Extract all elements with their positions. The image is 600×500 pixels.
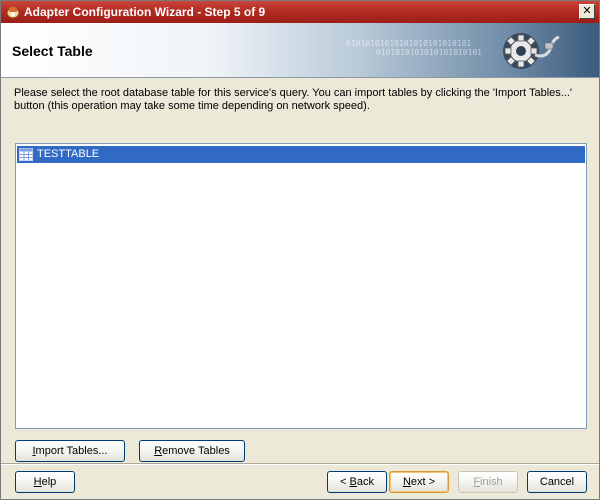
window-title: Adapter Configuration Wizard - Step 5 of…	[24, 5, 266, 19]
close-button[interactable]: ✕	[579, 4, 595, 19]
page-title: Select Table	[12, 43, 93, 59]
cancel-button[interactable]: Cancel	[527, 471, 587, 493]
list-item-label: TESTTABLE	[37, 148, 100, 160]
instructions-text: Please select the root database table fo…	[14, 87, 573, 112]
back-button[interactable]: < Back	[327, 471, 387, 493]
app-icon	[6, 7, 20, 19]
header-banner: Select Table 01010101010101010101010101 …	[1, 23, 599, 78]
footer-divider	[1, 463, 599, 465]
remove-tables-button[interactable]: Remove Tables	[139, 440, 245, 462]
finish-button[interactable]: Finish	[458, 471, 518, 493]
help-button[interactable]: Help	[15, 471, 75, 493]
next-button[interactable]: Next >	[389, 471, 449, 493]
import-tables-button[interactable]: Import Tables...	[15, 440, 125, 462]
title-bar[interactable]: Adapter Configuration Wizard - Step 5 of…	[1, 1, 599, 23]
list-item-testtable[interactable]: TESTTABLE	[17, 146, 585, 163]
table-listbox[interactable]: TESTTABLE	[15, 143, 587, 429]
close-icon: ✕	[582, 5, 592, 17]
gear-icon	[503, 33, 560, 69]
wizard-window: Adapter Configuration Wizard - Step 5 of…	[0, 0, 600, 500]
table-icon	[19, 148, 33, 161]
